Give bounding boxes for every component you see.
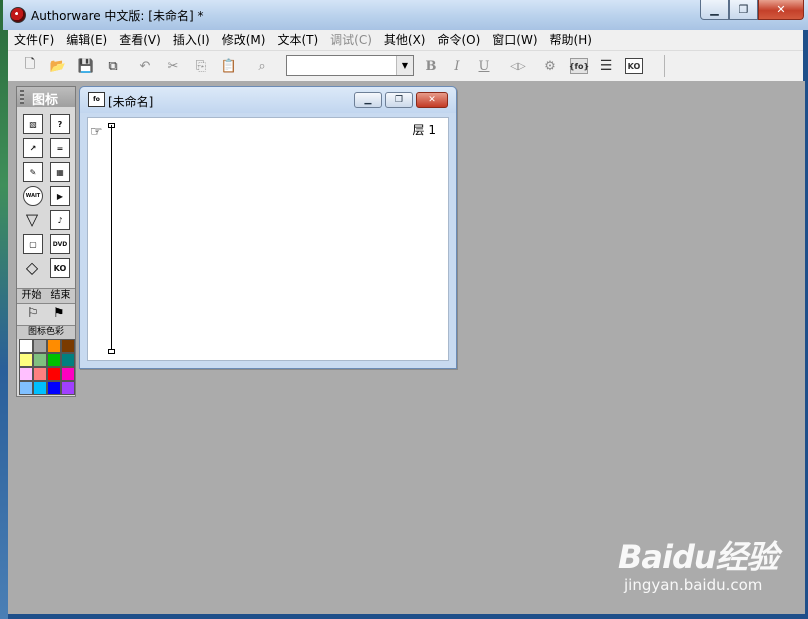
save-all-icon[interactable]: 💾 bbox=[76, 56, 96, 76]
restore-button[interactable]: ❐ bbox=[729, 0, 758, 20]
flowline[interactable] bbox=[111, 125, 112, 351]
authorware-window: Authorware 中文版: [未命名] * ▁ ❐ ✕ 文件(F) 编辑(E… bbox=[3, 0, 808, 619]
find-icon[interactable]: ⌕ bbox=[252, 56, 272, 76]
navigate-icon[interactable]: ▽ bbox=[23, 210, 41, 229]
restart-icon[interactable]: ◁▷ bbox=[508, 56, 528, 76]
menu-other[interactable]: 其他(X) bbox=[378, 30, 432, 50]
design-close-button[interactable]: ✕ bbox=[416, 92, 448, 108]
menu-modify[interactable]: 修改(M) bbox=[216, 30, 272, 50]
color-swatch[interactable] bbox=[61, 353, 75, 367]
paste-icon[interactable]: 📋 bbox=[219, 56, 239, 76]
new-file-icon[interactable]: 🗋 bbox=[20, 56, 40, 76]
design-window-controls: ▁ ❐ ✕ bbox=[354, 92, 448, 108]
color-swatch[interactable] bbox=[47, 367, 61, 381]
framework-icon[interactable]: ▢ bbox=[23, 234, 43, 254]
paste-hand-icon[interactable]: ☞ bbox=[90, 124, 103, 140]
authorware-logo-icon[interactable] bbox=[10, 7, 26, 23]
cut-icon[interactable]: ✂ bbox=[163, 56, 183, 76]
copy-icon[interactable]: ⎘ bbox=[191, 56, 211, 76]
window-titlebar[interactable]: Authorware 中文版: [未命名] * ▁ ❐ ✕ bbox=[3, 0, 808, 30]
display-icon[interactable]: ▧ bbox=[23, 114, 43, 134]
menu-command[interactable]: 命令(O) bbox=[431, 30, 486, 50]
menu-debug[interactable]: 调试(C) bbox=[324, 30, 378, 50]
window-controls: ▁ ❐ ✕ bbox=[700, 0, 804, 20]
color-swatch[interactable] bbox=[47, 381, 61, 395]
video-icon[interactable]: DVD bbox=[50, 234, 70, 254]
design-minimize-button[interactable]: ▁ bbox=[354, 92, 382, 108]
map-icon[interactable]: ▦ bbox=[50, 162, 70, 182]
toolbar-divider bbox=[664, 55, 665, 77]
knowledge-object-icon[interactable]: KO bbox=[50, 258, 70, 278]
design-restore-button[interactable]: ❐ bbox=[385, 92, 413, 108]
color-swatch[interactable] bbox=[19, 381, 33, 395]
end-label: 结束 bbox=[50, 290, 71, 301]
icon-colors-label: 图标色彩 bbox=[17, 325, 75, 339]
underline-button[interactable]: U bbox=[474, 56, 494, 76]
watermark-url: jingyan.baidu.com bbox=[624, 576, 763, 594]
color-swatch[interactable] bbox=[47, 339, 61, 353]
menu-file[interactable]: 文件(F) bbox=[8, 30, 60, 50]
decision-icon[interactable]: ◇ bbox=[23, 258, 41, 277]
chevron-down-icon[interactable]: ▼ bbox=[396, 56, 413, 75]
palette-title: 图标 bbox=[32, 93, 59, 108]
baidu-watermark: Baidu经验 jingyan.baidu.com bbox=[618, 532, 779, 594]
color-swatch[interactable] bbox=[61, 381, 75, 395]
color-swatch[interactable] bbox=[33, 353, 47, 367]
menu-window[interactable]: 窗口(W) bbox=[486, 30, 543, 50]
icon-palette: 图标 ▧ ? ↗ = ✎ ▦ WAIT ▶ ▽ ♪ ▢ DVD ◇ KO 开始 … bbox=[16, 86, 76, 397]
design-window: fo [未命名] ▁ ❐ ✕ ☞ 层 1 bbox=[79, 86, 457, 369]
color-swatch[interactable] bbox=[47, 353, 61, 367]
toolbar: 🗋 📂 💾 ⧉ ↶ ✂ ⎘ 📋 ⌕ ▼ B I U ◁▷ ⚙ {fo} ☰ KO bbox=[8, 50, 803, 82]
open-file-icon[interactable]: 📂 bbox=[48, 56, 68, 76]
menu-text[interactable]: 文本(T) bbox=[271, 30, 324, 50]
design-window-title: [未命名] bbox=[108, 95, 154, 109]
color-swatch[interactable] bbox=[19, 353, 33, 367]
grip-icon[interactable] bbox=[20, 90, 24, 104]
color-swatch[interactable] bbox=[19, 339, 33, 353]
design-window-icon: fo bbox=[88, 92, 105, 107]
layer-indicator: 层 1 bbox=[412, 123, 436, 137]
window-title: Authorware 中文版: [未命名] * bbox=[31, 9, 204, 23]
calculation-icon[interactable]: = bbox=[50, 138, 70, 158]
flowline-area[interactable]: ☞ 层 1 bbox=[87, 117, 449, 361]
font-select[interactable]: ▼ bbox=[286, 55, 414, 76]
sound-icon[interactable]: ♪ bbox=[50, 210, 70, 230]
palette-header[interactable]: 图标 bbox=[17, 87, 75, 108]
color-swatch[interactable] bbox=[33, 367, 47, 381]
menu-view[interactable]: 查看(V) bbox=[113, 30, 167, 50]
functions-icon[interactable]: {fo} bbox=[569, 58, 589, 74]
control-panel-icon[interactable]: ⚙ bbox=[540, 56, 560, 76]
wait-icon[interactable]: WAIT bbox=[23, 186, 43, 206]
color-swatch[interactable] bbox=[61, 367, 75, 381]
digital-movie-icon[interactable]: ▶ bbox=[50, 186, 70, 206]
motion-icon[interactable]: ↗ bbox=[23, 138, 43, 158]
minimize-button[interactable]: ▁ bbox=[700, 0, 729, 20]
color-swatch[interactable] bbox=[33, 339, 47, 353]
design-window-titlebar[interactable]: fo [未命名] ▁ ❐ ✕ bbox=[80, 87, 456, 113]
start-flag-icon[interactable]: ⚐ bbox=[27, 306, 39, 321]
end-flag-icon[interactable]: ⚑ bbox=[53, 306, 65, 321]
start-label: 开始 bbox=[21, 290, 42, 301]
menu-edit[interactable]: 编辑(E) bbox=[60, 30, 113, 50]
menu-help[interactable]: 帮助(H) bbox=[544, 30, 598, 50]
color-swatch[interactable] bbox=[33, 381, 47, 395]
bold-button[interactable]: B bbox=[421, 56, 441, 76]
start-end-labels: 开始 结束 bbox=[17, 288, 75, 304]
color-swatch[interactable] bbox=[61, 339, 75, 353]
undo-icon[interactable]: ↶ bbox=[135, 56, 155, 76]
erase-icon[interactable]: ✎ bbox=[23, 162, 43, 182]
watermark-logo: Baidu经验 bbox=[618, 538, 779, 576]
close-button[interactable]: ✕ bbox=[758, 0, 804, 20]
menu-insert[interactable]: 插入(I) bbox=[167, 30, 216, 50]
knowledge-objects-icon[interactable]: KO bbox=[625, 58, 643, 74]
flowline-end bbox=[108, 349, 115, 354]
import-icon[interactable]: ⧉ bbox=[103, 56, 123, 76]
color-swatch[interactable] bbox=[19, 367, 33, 381]
interaction-icon[interactable]: ? bbox=[50, 114, 70, 134]
variables-icon[interactable]: ☰ bbox=[596, 56, 616, 76]
italic-button[interactable]: I bbox=[447, 56, 467, 76]
menu-bar: 文件(F) 编辑(E) 查看(V) 插入(I) 修改(M) 文本(T) 调试(C… bbox=[8, 30, 803, 50]
